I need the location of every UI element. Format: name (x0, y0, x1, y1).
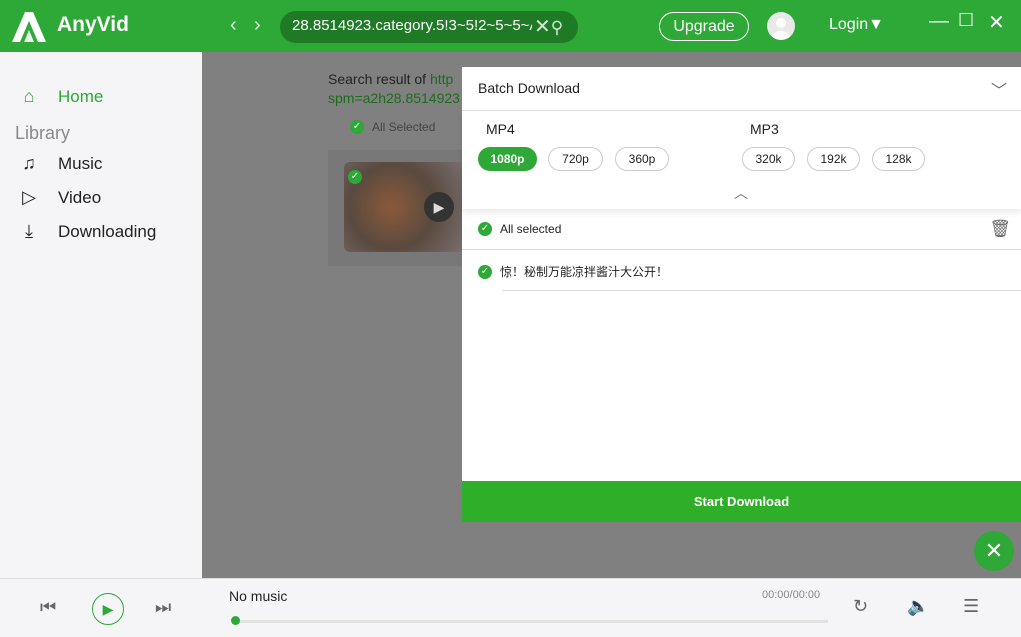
option-128k[interactable]: 128k (872, 147, 925, 171)
close-panel-button[interactable]: ✕ (974, 531, 1014, 571)
option-720p[interactable]: 720p (548, 147, 603, 171)
option-192k[interactable]: 192k (807, 147, 860, 171)
volume-icon[interactable]: 🔈 (907, 596, 929, 617)
sidebar-item-label: Video (58, 187, 102, 207)
all-selected-label: All Selected (372, 120, 436, 134)
mp4-label: MP4 (486, 121, 515, 137)
panel-header: Batch Download ﹀ (462, 67, 1021, 111)
list-item[interactable]: ✓ 惊！秘制万能凉拌酱汁大公开！ (478, 263, 668, 280)
title-bar: AnyVid ‹ › ✕⚲ Upgrade Login▼ — ☐ ✕ (0, 0, 1021, 52)
home-icon: ⌂ (23, 86, 35, 106)
all-selected-label: All selected (500, 222, 562, 236)
chevron-down-icon[interactable]: ﹀ (991, 77, 1007, 101)
music-note-icon: ♫ (22, 153, 36, 173)
repeat-icon[interactable]: ↻ (853, 596, 868, 617)
previous-icon[interactable]: ⏮ (40, 597, 56, 618)
login-label: Login (829, 16, 869, 33)
sidebar-item-downloading[interactable]: ⤓ Downloading (18, 221, 156, 242)
search-result-text: Search result of http spm=a2h28.8514923 (328, 70, 460, 108)
clear-and-search-icons[interactable]: ✕⚲ (534, 14, 563, 39)
trash-icon[interactable]: 🗑 (989, 219, 1011, 239)
search-url-cont[interactable]: spm=a2h28.8514923 (328, 90, 460, 106)
sidebar-item-label: Downloading (58, 221, 157, 241)
all-selected-row[interactable]: ✓ All selected (478, 222, 561, 236)
check-icon: ✓ (478, 264, 492, 279)
sidebar-item-label: Music (58, 153, 103, 173)
download-icon: ⤓ (25, 221, 33, 241)
next-icon[interactable]: ⏭ (155, 597, 171, 618)
option-1080p[interactable]: 1080p (478, 147, 537, 171)
maximize-icon[interactable]: ☐ (958, 10, 974, 31)
url-input[interactable] (292, 17, 532, 34)
app-name: AnyVid (57, 13, 129, 36)
video-icon: ▷ (22, 187, 36, 207)
close-icon[interactable]: ✕ (988, 10, 1005, 35)
play-button[interactable]: ▶ (92, 593, 124, 625)
search-icon[interactable]: ⚲ (551, 18, 563, 37)
back-icon[interactable]: ‹ (230, 14, 237, 37)
player-bar: ⏮ ▶ ⏭ No music 00:00/00:00 ↻ 🔈 ☰ (0, 578, 1021, 637)
play-icon[interactable]: ▶ (424, 192, 454, 222)
start-download-button[interactable]: Start Download (462, 481, 1021, 522)
all-selected-toggle[interactable]: ✓ All Selected (350, 120, 435, 134)
library-heading: Library (15, 123, 71, 143)
video-card[interactable]: ✓ ▶ (328, 150, 468, 266)
sidebar-item-music[interactable]: ♫ Music (18, 153, 102, 174)
divider (502, 290, 1021, 291)
playlist-icon[interactable]: ☰ (963, 596, 979, 617)
sidebar-item-video[interactable]: ▷ Video (18, 187, 101, 208)
chevron-up-icon[interactable]: ︿ (734, 183, 748, 203)
search-url[interactable]: http (430, 71, 453, 87)
track-title: No music (229, 588, 288, 604)
divider (462, 249, 1021, 250)
time-display: 00:00/00:00 (762, 589, 821, 601)
video-thumbnail: ✓ ▶ (344, 162, 464, 252)
caret-down-icon: ▼ (868, 16, 884, 33)
mp3-label: MP3 (750, 121, 779, 137)
user-icon (772, 18, 790, 40)
search-bar: ✕⚲ (280, 11, 578, 43)
sidebar-item-home[interactable]: ⌂ Home (18, 86, 104, 107)
option-360p[interactable]: 360p (615, 147, 669, 171)
check-icon: ✓ (348, 170, 362, 184)
progress-slider[interactable] (236, 620, 828, 623)
check-icon: ✓ (478, 222, 492, 236)
check-icon: ✓ (350, 120, 364, 134)
minimize-icon[interactable]: — (929, 10, 949, 33)
login-button[interactable]: Login▼ (829, 16, 884, 34)
batch-download-panel: Batch Download ﹀ MP4 MP3 1080p 720p 360p … (462, 67, 1021, 522)
forward-icon[interactable]: › (254, 14, 261, 37)
search-prefix: Search result of (328, 71, 430, 87)
progress-handle[interactable] (231, 616, 240, 625)
sidebar: ⌂ Home Library ♫ Music ▷ Video ⤓ Downloading (0, 52, 202, 578)
panel-title: Batch Download (478, 80, 580, 96)
upgrade-button[interactable]: Upgrade (659, 12, 749, 41)
avatar[interactable] (767, 12, 795, 40)
option-320k[interactable]: 320k (742, 147, 795, 171)
sidebar-item-label: Home (58, 86, 104, 106)
video-title: 惊！秘制万能凉拌酱汁大公开！ (500, 265, 669, 279)
anyvid-logo-icon (12, 12, 46, 42)
